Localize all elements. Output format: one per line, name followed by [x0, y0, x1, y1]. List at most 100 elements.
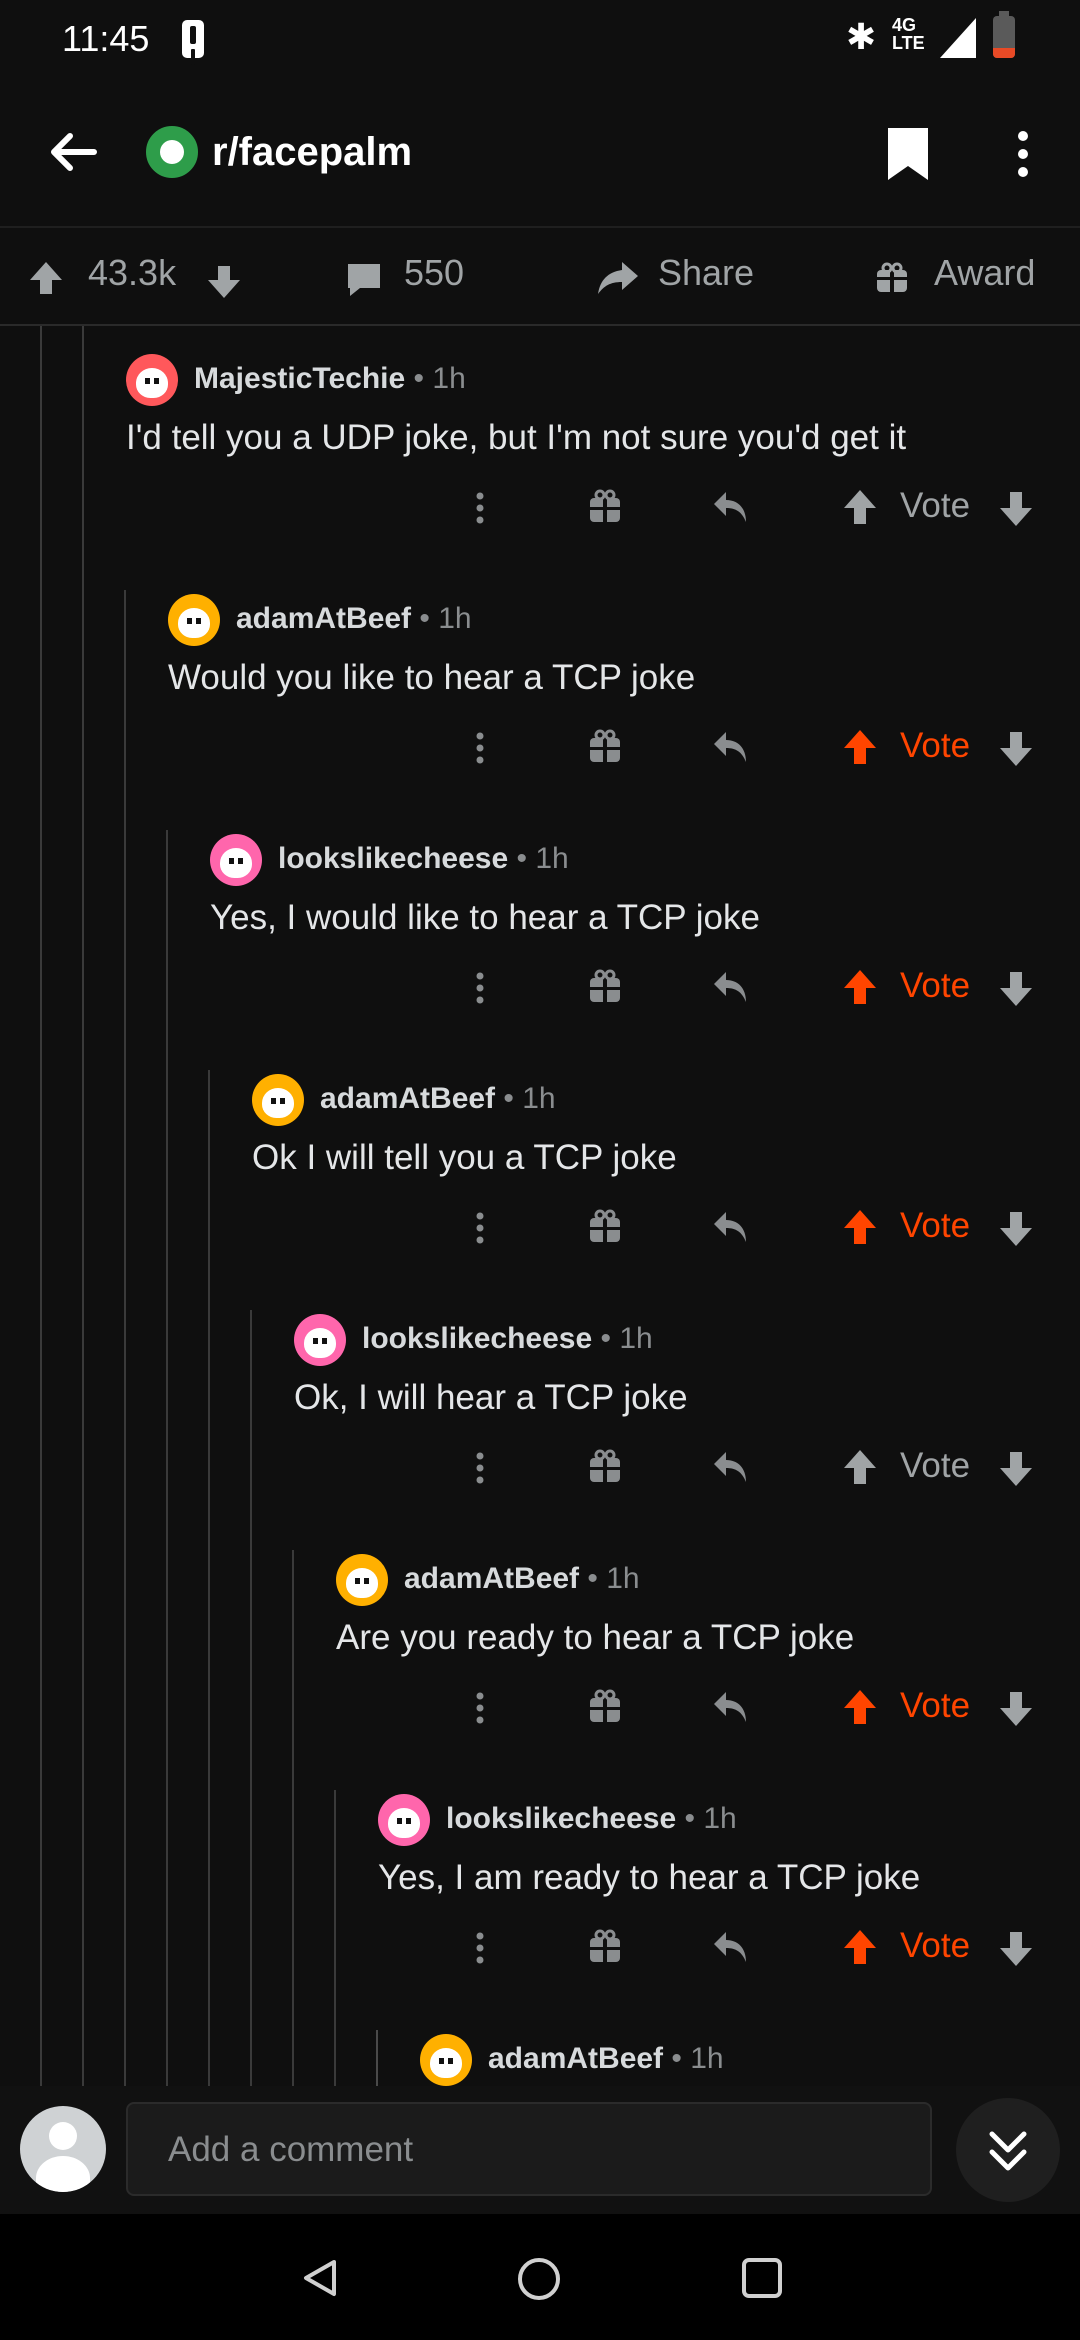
comment-downvote-button[interactable] [996, 1678, 1036, 1738]
upvote-icon [844, 1690, 876, 1724]
subreddit-name[interactable]: r/facepalm [212, 130, 412, 175]
comment-award-button[interactable] [588, 478, 622, 538]
comment-reply-button[interactable] [710, 1438, 750, 1498]
comment-input-placeholder[interactable]: Add a comment [168, 2130, 413, 2170]
share-icon[interactable] [596, 258, 640, 298]
nav-home-icon[interactable] [516, 2256, 562, 2302]
downvote-icon [1000, 1452, 1032, 1486]
save-post-button[interactable] [884, 126, 932, 182]
commenter-avatar[interactable] [168, 594, 220, 646]
comment-actions: Vote [470, 1918, 1040, 1978]
comment-upvote-button[interactable] [840, 958, 880, 1018]
upvote-icon[interactable] [26, 258, 66, 298]
gift-icon[interactable] [874, 260, 910, 296]
thread-line[interactable] [250, 1310, 252, 2086]
comment-text: I'd tell you a UDP joke, but I'm not sur… [126, 418, 907, 457]
thread-line[interactable] [334, 1790, 336, 2086]
thread-line[interactable] [166, 830, 168, 2086]
separator-dot: • [663, 2042, 691, 2075]
thread-line[interactable] [124, 590, 126, 2086]
comment-reply-button[interactable] [710, 1198, 750, 1258]
downvote-icon[interactable] [204, 262, 244, 302]
comment-award-button[interactable] [588, 1198, 622, 1258]
thread-line[interactable] [82, 326, 84, 2086]
thread-line[interactable] [208, 1070, 210, 2086]
comment-username[interactable]: adamAtBeef [488, 2042, 663, 2075]
comment-downvote-button[interactable] [996, 1198, 1036, 1258]
bluetooth-icon: ✱ [846, 16, 877, 57]
comment-downvote-button[interactable] [996, 478, 1036, 538]
commenter-avatar[interactable] [126, 354, 178, 406]
comment-award-button[interactable] [588, 1918, 622, 1978]
more-vertical-icon [1018, 131, 1028, 177]
commenter-avatar[interactable] [294, 1314, 346, 1366]
thread-line[interactable] [40, 326, 42, 2086]
system-nav-bar [0, 2214, 1080, 2340]
commenter-avatar[interactable] [336, 1554, 388, 1606]
comment-more-button[interactable] [470, 958, 490, 1018]
comment-more-button[interactable] [470, 1918, 490, 1978]
comment-downvote-button[interactable] [996, 958, 1036, 1018]
comment-age: • 1h [592, 1322, 652, 1355]
user-avatar[interactable] [20, 2106, 106, 2192]
share-button[interactable]: Share [658, 252, 754, 294]
comment-award-button[interactable] [588, 958, 622, 1018]
comment-actions: Vote [470, 1438, 1040, 1498]
gift-icon [590, 1929, 620, 1962]
nav-recents-icon[interactable] [740, 2256, 784, 2300]
comment-upvote-button[interactable] [840, 1678, 880, 1738]
comment-more-button[interactable] [470, 718, 490, 778]
comment-username[interactable]: MajesticTechie [194, 362, 405, 395]
upvote-icon [844, 730, 876, 764]
comment-icon[interactable] [344, 260, 384, 300]
comment-reply-button[interactable] [710, 478, 750, 538]
reply-icon [714, 972, 746, 1002]
comment-downvote-button[interactable] [996, 1438, 1036, 1498]
comment-reply-button[interactable] [710, 1678, 750, 1738]
comment-upvote-button[interactable] [840, 478, 880, 538]
comment-reply-button[interactable] [710, 718, 750, 778]
comment-text: Are you ready to hear a TCP joke [336, 1618, 855, 1657]
commenter-avatar[interactable] [378, 1794, 430, 1846]
nav-back-icon[interactable] [298, 2256, 342, 2300]
comment-username[interactable]: adamAtBeef [320, 1082, 495, 1115]
subreddit-icon[interactable] [146, 126, 198, 178]
separator-dot: • [411, 602, 439, 635]
comment-upvote-button[interactable] [840, 718, 880, 778]
commenter-avatar[interactable] [252, 1074, 304, 1126]
comment-more-button[interactable] [470, 1198, 490, 1258]
comment-age: • 1h [676, 1802, 736, 1835]
comment-username[interactable]: lookslikecheese [362, 1322, 592, 1355]
comment-more-button[interactable] [470, 1678, 490, 1738]
upvote-icon [844, 1930, 876, 1964]
comment-award-button[interactable] [588, 718, 622, 778]
comment-username[interactable]: lookslikecheese [446, 1802, 676, 1835]
comment-downvote-button[interactable] [996, 718, 1036, 778]
comment-downvote-button[interactable] [996, 1918, 1036, 1978]
arrow-left-icon [51, 133, 97, 171]
comment-award-button[interactable] [588, 1438, 622, 1498]
comment-reply-button[interactable] [710, 1918, 750, 1978]
reply-icon [714, 1452, 746, 1482]
more-options-button[interactable] [1000, 126, 1046, 182]
thread-line[interactable] [292, 1550, 294, 2086]
comment-age-value: 1h [438, 602, 472, 635]
comment-username[interactable]: adamAtBeef [236, 602, 411, 635]
comment-more-button[interactable] [470, 478, 490, 538]
comment-username[interactable]: lookslikecheese [278, 842, 508, 875]
comment-upvote-button[interactable] [840, 1198, 880, 1258]
comment-count[interactable]: 550 [404, 252, 464, 294]
back-button[interactable] [44, 122, 104, 182]
commenter-avatar[interactable] [420, 2034, 472, 2086]
comment-upvote-button[interactable] [840, 1438, 880, 1498]
comment-reply-button[interactable] [710, 958, 750, 1018]
comment-upvote-button[interactable] [840, 1918, 880, 1978]
commenter-avatar[interactable] [210, 834, 262, 886]
comment-more-button[interactable] [470, 1438, 490, 1498]
comment-award-button[interactable] [588, 1678, 622, 1738]
award-button[interactable]: Award [934, 252, 1035, 294]
comment-username[interactable]: adamAtBeef [404, 1562, 579, 1595]
next-comment-button[interactable] [956, 2098, 1060, 2202]
thread-line[interactable] [376, 2030, 378, 2086]
status-bar: 11:45 ✱ 4G LTE [0, 0, 1080, 80]
